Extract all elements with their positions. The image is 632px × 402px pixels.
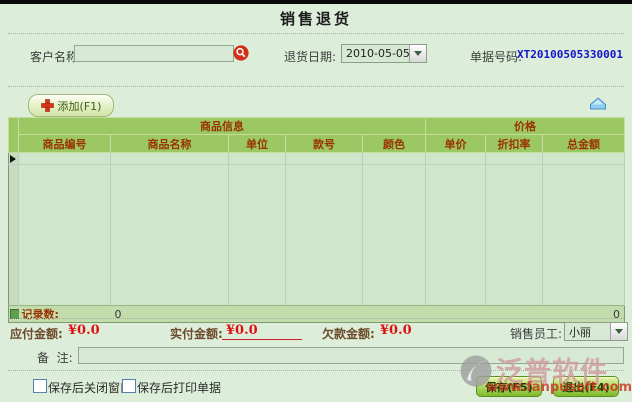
grid-current-row[interactable] bbox=[9, 153, 625, 165]
remark-label: 备 注: bbox=[37, 349, 73, 366]
col-header-discount-rate: 折扣率 bbox=[486, 135, 543, 153]
salesperson-dropdown-button[interactable] bbox=[610, 323, 627, 340]
payable-amount-value: ¥0.0 bbox=[68, 323, 100, 338]
group-header-product-info: 商品信息 bbox=[19, 118, 426, 135]
record-count-value-right: 0 bbox=[543, 306, 625, 323]
col-header-unit-price: 单价 bbox=[426, 135, 486, 153]
collapse-panel-icon[interactable] bbox=[589, 97, 607, 113]
chevron-down-icon bbox=[615, 329, 623, 334]
grid-cell[interactable] bbox=[286, 165, 363, 306]
page-title: 销售退货 bbox=[0, 8, 632, 29]
grid-group-header-row: 商品信息 价格 bbox=[9, 118, 625, 135]
print-after-save-checkbox[interactable] bbox=[122, 379, 136, 393]
grid-cell[interactable] bbox=[363, 153, 426, 165]
row-selector-cell bbox=[9, 165, 19, 306]
paid-amount-value: ¥0.0 bbox=[226, 323, 258, 338]
grid-cell[interactable] bbox=[286, 153, 363, 165]
window-top-edge bbox=[0, 0, 632, 4]
grid-cell[interactable] bbox=[363, 165, 426, 306]
record-count-value: 0 bbox=[111, 306, 229, 323]
doc-number-value: XT20100505330001 bbox=[517, 48, 623, 61]
grid-column-header-row: 商品编号 商品名称 单位 款号 颜色 单价 折扣率 总金额 bbox=[9, 135, 625, 153]
plus-icon bbox=[41, 99, 54, 112]
salesperson-value: 小丽 bbox=[565, 324, 610, 340]
col-header-product-name: 商品名称 bbox=[111, 135, 229, 153]
col-header-unit: 单位 bbox=[229, 135, 286, 153]
owed-amount-value: ¥0.0 bbox=[380, 323, 412, 338]
save-button[interactable]: 保存(F5) bbox=[476, 376, 542, 397]
grid-cell[interactable] bbox=[543, 165, 625, 306]
paid-amount-underline bbox=[222, 339, 302, 340]
print-after-save-label: 保存后打印单据 bbox=[137, 379, 221, 396]
col-header-product-code: 商品编号 bbox=[19, 135, 111, 153]
separator bbox=[8, 33, 624, 34]
return-date-value: 2010-05-05 bbox=[342, 47, 409, 60]
row-selector-header bbox=[9, 118, 19, 153]
group-header-price: 价格 bbox=[426, 118, 625, 135]
add-button-label: 添加(F1) bbox=[58, 98, 102, 114]
return-date-label: 退货日期: bbox=[284, 48, 336, 65]
customer-search-icon[interactable] bbox=[233, 45, 249, 61]
separator bbox=[8, 86, 624, 87]
grid-cell[interactable] bbox=[229, 153, 286, 165]
grid-cell[interactable] bbox=[111, 165, 229, 306]
grid-cell[interactable] bbox=[486, 153, 543, 165]
paid-amount-label: 实付金额: bbox=[170, 325, 223, 342]
chevron-down-icon bbox=[414, 51, 422, 56]
salesperson-combobox[interactable]: 小丽 bbox=[564, 322, 628, 341]
col-header-total-amount: 总金额 bbox=[543, 135, 625, 153]
grid-cell[interactable] bbox=[426, 165, 486, 306]
grid-cell[interactable] bbox=[543, 153, 625, 165]
customer-name-input[interactable] bbox=[74, 45, 234, 62]
footer-selector-cell bbox=[9, 306, 19, 323]
col-header-style-no: 款号 bbox=[286, 135, 363, 153]
payable-amount-label: 应付金额: bbox=[10, 325, 63, 342]
separator bbox=[8, 318, 624, 319]
grid-cell[interactable] bbox=[111, 153, 229, 165]
sales-return-window: 销售退货 客户名称: 退货日期: 2010-05-05 单据号码: XT2010… bbox=[0, 0, 632, 402]
owed-amount-label: 欠款金额: bbox=[322, 325, 375, 342]
remark-input[interactable] bbox=[78, 347, 624, 364]
grid-cell[interactable] bbox=[19, 153, 111, 165]
exit-button[interactable]: 退出(F4) bbox=[553, 376, 619, 397]
doc-number-label: 单据号码: bbox=[470, 48, 522, 65]
close-after-save-label: 保存后关闭窗口 bbox=[48, 379, 132, 396]
current-row-marker-icon bbox=[10, 155, 16, 163]
row-selector-cell[interactable] bbox=[9, 153, 19, 165]
return-date-dropdown-button[interactable] bbox=[409, 45, 426, 62]
grid-cell[interactable] bbox=[426, 153, 486, 165]
grid-cell[interactable] bbox=[19, 165, 111, 306]
separator bbox=[8, 370, 624, 371]
grid-footer-row: 记录数: 0 0 bbox=[9, 306, 625, 323]
record-count-label: 记录数: bbox=[19, 306, 111, 323]
add-button[interactable]: 添加(F1) bbox=[28, 94, 114, 117]
grid-cell[interactable] bbox=[229, 165, 286, 306]
grid-empty-area-row[interactable] bbox=[9, 165, 625, 306]
grid-cell[interactable] bbox=[486, 165, 543, 306]
close-after-save-checkbox[interactable] bbox=[33, 379, 47, 393]
col-header-color: 颜色 bbox=[363, 135, 426, 153]
return-date-combobox[interactable]: 2010-05-05 bbox=[341, 44, 427, 63]
salesperson-label: 销售员工: bbox=[510, 325, 562, 342]
product-grid: 商品信息 价格 商品编号 商品名称 单位 款号 颜色 单价 折扣率 总金额 bbox=[8, 117, 625, 323]
